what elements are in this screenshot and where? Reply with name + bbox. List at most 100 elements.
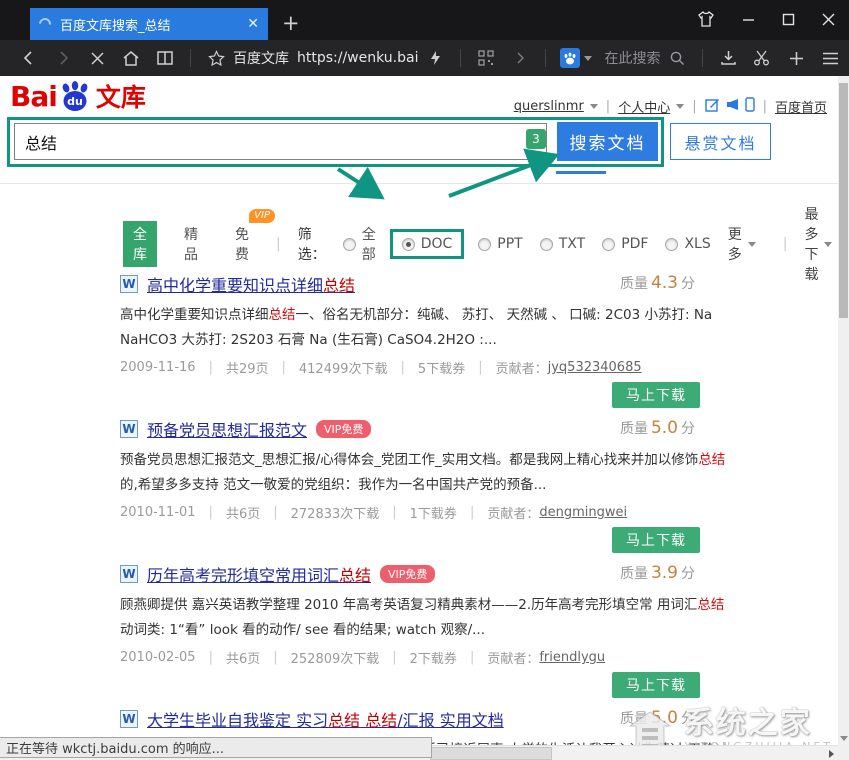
new-tab-button[interactable]: + — [282, 10, 300, 36]
highlighted-keyword: 总结 — [269, 307, 296, 323]
home-icon[interactable] — [114, 44, 148, 72]
qr-code-icon[interactable] — [469, 44, 503, 72]
type-filter-PDF[interactable]: PDF — [602, 236, 648, 252]
type-filter-TXT[interactable]: TXT — [540, 236, 585, 252]
reward-docs-button[interactable]: 悬赏文档 — [670, 123, 771, 160]
radio-全部[interactable] — [343, 238, 356, 251]
chevron-down-icon — [590, 104, 598, 109]
tab-close-icon[interactable]: ✕ — [247, 16, 259, 32]
minimize-button[interactable] — [742, 13, 755, 26]
toolbar-divider — [702, 49, 703, 67]
scope-filter-精品[interactable]: 精品 — [174, 221, 208, 267]
menu-icon[interactable] — [813, 44, 847, 72]
maximize-button[interactable] — [782, 13, 795, 26]
type-filter-label: PDF — [621, 236, 648, 252]
meta-separator: | — [209, 360, 213, 375]
radio-PPT[interactable] — [478, 238, 491, 251]
mobile-phone-icon[interactable] — [745, 97, 755, 116]
result-ticket-cost: 5下载券 — [418, 358, 465, 377]
result-title-link[interactable]: 预备党员思想汇报范文 — [147, 417, 307, 441]
download-now-button[interactable]: 马上下载 — [612, 382, 700, 408]
radio-DOC[interactable] — [402, 238, 415, 251]
message-edit-icon[interactable] — [705, 98, 720, 116]
lightning-icon[interactable] — [418, 44, 452, 72]
baidu-home-link[interactable]: 百度首页 — [775, 97, 827, 116]
baidu-paw-icon — [560, 48, 580, 68]
horizontal-scrollbar-thumb[interactable] — [430, 747, 552, 760]
result-title-link[interactable]: 历年高考完形填空常用词汇总结 — [147, 562, 371, 586]
radio-XLS[interactable] — [665, 238, 678, 251]
reading-mode-icon[interactable] — [148, 44, 182, 72]
title-text: 预备党员思想汇报范文 — [147, 421, 307, 440]
scissors-clip-icon[interactable] — [745, 44, 779, 72]
scope-filter-免费[interactable]: 免费VIP — [225, 221, 259, 267]
address-bar-url[interactable]: https://wenku.bai — [297, 50, 418, 66]
baidu-wenku-logo[interactable]: Bai du 文库 — [10, 80, 146, 112]
result-title-link[interactable]: 大学生毕业自我鉴定 实习总结 总结/汇报 实用文档 — [147, 707, 504, 731]
vertical-scrollbar-thumb[interactable] — [839, 83, 848, 318]
download-now-button[interactable]: 马上下载 — [612, 672, 700, 698]
more-filters-dropdown[interactable]: 更多 — [728, 224, 756, 264]
quality-label: 质量 — [620, 421, 648, 437]
expand-chevron-icon[interactable] — [503, 44, 537, 72]
section-divider — [0, 183, 838, 184]
inpage-search-box[interactable]: 在此搜索 — [604, 48, 660, 68]
site-name-label[interactable]: 百度文库 — [233, 48, 289, 68]
type-filter-PPT[interactable]: PPT — [478, 236, 522, 252]
search-icon[interactable] — [660, 44, 694, 72]
radio-PDF[interactable] — [602, 238, 615, 251]
download-manager-icon[interactable] — [711, 44, 745, 72]
contributor-link[interactable]: friendlygu — [539, 650, 605, 665]
type-filter-全部[interactable]: 全部 — [343, 224, 376, 264]
bookmark-star-icon[interactable] — [199, 44, 233, 72]
skin-theme-icon[interactable] — [697, 11, 715, 27]
result-item: W预备党员思想汇报范文VIP免费质量5.0分预备党员思想汇报范文_思想汇报/心得… — [120, 417, 733, 522]
contributor-label: 贡献者： — [487, 503, 539, 522]
filter-bar: 全库精品免费VIP | 筛选： 全部DOCPPTTXTPDFXLS 更多 | 最… — [123, 204, 813, 284]
search-engine-selector[interactable] — [560, 48, 592, 68]
header-links: querslinmr | 个人中心 | | 百度首页 — [514, 97, 827, 116]
title-text: /汇报 实用文档 — [397, 711, 503, 730]
loading-spinner-icon — [37, 16, 54, 33]
contributor-link[interactable]: jyq532340685 — [548, 360, 642, 375]
type-filter-DOC[interactable]: DOC — [390, 229, 465, 259]
scroll-right-arrow-icon[interactable] — [829, 750, 834, 758]
type-filter-XLS[interactable]: XLS — [665, 236, 710, 252]
meta-separator: | — [470, 505, 474, 520]
personal-center-link[interactable]: 个人中心 — [618, 97, 670, 116]
forward-icon[interactable] — [46, 44, 80, 72]
quality-score: 质量5.0分 — [620, 418, 695, 438]
quality-unit: 分 — [681, 711, 695, 727]
search-input[interactable] — [14, 123, 547, 160]
result-snippet: 高中化学重要知识点详细总结一、俗名无机部分：纯碱、 苏打、 天然碱 、 口碱: … — [120, 303, 733, 353]
word-doc-icon: W — [120, 420, 138, 438]
add-extension-icon[interactable] — [779, 44, 813, 72]
scroll-down-arrow-icon[interactable] — [840, 736, 848, 741]
username-link[interactable]: querslinmr — [514, 99, 584, 114]
back-icon[interactable] — [12, 44, 46, 72]
radio-TXT[interactable] — [540, 238, 553, 251]
toolbar-divider — [460, 49, 461, 67]
meta-separator: | — [392, 505, 396, 520]
sort-dropdown[interactable]: 最多下载 — [804, 204, 832, 284]
contributor-link[interactable]: dengmingwei — [539, 505, 627, 520]
chevron-down-icon — [748, 242, 756, 247]
meta-separator: | — [392, 650, 396, 665]
meta-separator: | — [209, 505, 213, 520]
browser-tab[interactable]: 百度文库搜索_总结 ✕ — [30, 8, 268, 40]
title-text: 历年高考完形填空常用词汇 — [147, 566, 339, 585]
vertical-scrollbar[interactable] — [838, 76, 849, 760]
snippet-text: 高中化学重要知识点详细 — [120, 307, 269, 323]
speaker-icon[interactable] — [726, 98, 739, 115]
result-snippet: 预备党员思想汇报范文_思想汇报/心得体会_党团工作_实用文档。都是我网上精心找来… — [120, 448, 733, 498]
filter-label: 筛选： — [298, 224, 326, 264]
download-now-button[interactable]: 马上下载 — [612, 527, 700, 553]
scope-filter-全库[interactable]: 全库 — [123, 221, 157, 267]
stop-icon[interactable] — [80, 44, 114, 72]
search-docs-button[interactable]: 搜索文档 — [557, 122, 658, 161]
close-window-button[interactable] — [822, 13, 835, 26]
status-bar: 正在等待 wkctj.baidu.com 的响应... — [0, 737, 432, 758]
type-filter-label: DOC — [421, 236, 453, 252]
result-meta-row: 2009-11-16|共29页|412499次下载|5下载券|贡献者：jyq53… — [120, 358, 733, 377]
highlighted-keyword: 总结 — [365, 711, 397, 730]
